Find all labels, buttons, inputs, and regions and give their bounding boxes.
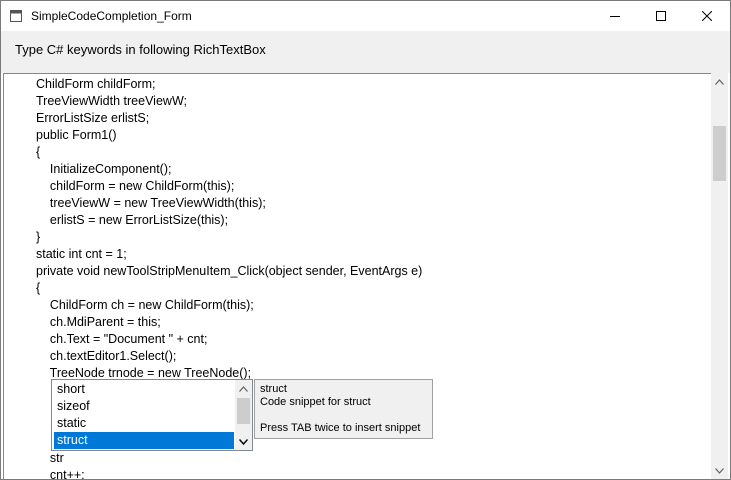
code-line: public Form1(): [36, 128, 117, 142]
instruction-panel: Type C# keywords in following RichTextBo…: [1, 31, 730, 73]
tooltip-description: Code snippet for struct: [260, 396, 371, 408]
completion-item[interactable]: sizeof: [54, 398, 234, 415]
chevron-down-icon: [239, 438, 248, 445]
window-title: SimpleCodeCompletion_Form: [31, 9, 192, 23]
close-button[interactable]: [684, 1, 730, 31]
code-line: ch.textEditor1.Select();: [36, 349, 177, 363]
code-line: {: [36, 281, 41, 295]
instruction-label: Type C# keywords in following RichTextBo…: [15, 42, 266, 57]
code-line: {: [36, 145, 41, 159]
snippet-tooltip: struct Code snippet for struct Press TAB…: [254, 379, 433, 439]
editor-scrollbar[interactable]: [711, 73, 728, 479]
completion-item[interactable]: short: [54, 381, 234, 398]
maximize-button[interactable]: [638, 1, 684, 31]
close-icon: [702, 11, 712, 21]
main-window: SimpleCodeCompletion_Form Type C# keywor…: [0, 0, 731, 480]
code-line: }: [36, 230, 41, 244]
code-line: erlistS = new ErrorListSize(this);: [36, 213, 229, 227]
completion-item[interactable]: static: [54, 415, 234, 432]
code-line: cnt++;: [36, 468, 85, 480]
chevron-down-icon: [715, 467, 724, 474]
code-line: ChildForm childForm;: [36, 77, 156, 91]
completion-item-selected[interactable]: struct: [54, 432, 234, 449]
scroll-down-button[interactable]: [711, 462, 728, 479]
code-line: ch.MdiParent = this;: [36, 315, 161, 329]
code-line: str: [36, 451, 64, 465]
tooltip-hint: Press TAB twice to insert snippet: [260, 422, 421, 434]
code-line: private void newToolStripMenuItem_Click(…: [36, 264, 423, 278]
maximize-icon: [656, 11, 666, 21]
app-icon: [10, 10, 22, 22]
code-line: ChildForm ch = new ChildForm(this);: [36, 298, 254, 312]
scroll-up-button[interactable]: [711, 73, 728, 90]
code-line: ch.Text = "Document " + cnt;: [36, 332, 208, 346]
code-line: ErrorListSize erlistS;: [36, 111, 150, 125]
code-line: childForm = new ChildForm(this);: [36, 179, 235, 193]
completion-scrollbar[interactable]: [235, 380, 252, 450]
code-line: InitializeComponent();: [36, 162, 172, 176]
completion-scroll-down[interactable]: [235, 433, 252, 450]
completion-scroll-up[interactable]: [235, 380, 252, 397]
scroll-thumb[interactable]: [713, 126, 726, 181]
chevron-up-icon: [239, 385, 248, 392]
tooltip-keyword: struct: [260, 383, 287, 395]
minimize-button[interactable]: [592, 1, 638, 31]
minimize-icon: [610, 16, 620, 17]
completion-listbox[interactable]: short sizeof static struct: [51, 379, 253, 451]
code-line: TreeViewWidth treeViewW;: [36, 94, 187, 108]
code-line: static int cnt = 1;: [36, 247, 127, 261]
title-bar[interactable]: SimpleCodeCompletion_Form: [1, 1, 730, 31]
completion-scroll-thumb[interactable]: [237, 398, 250, 424]
chevron-up-icon: [715, 78, 724, 85]
code-line: treeViewW = new TreeViewWidth(this);: [36, 196, 266, 210]
